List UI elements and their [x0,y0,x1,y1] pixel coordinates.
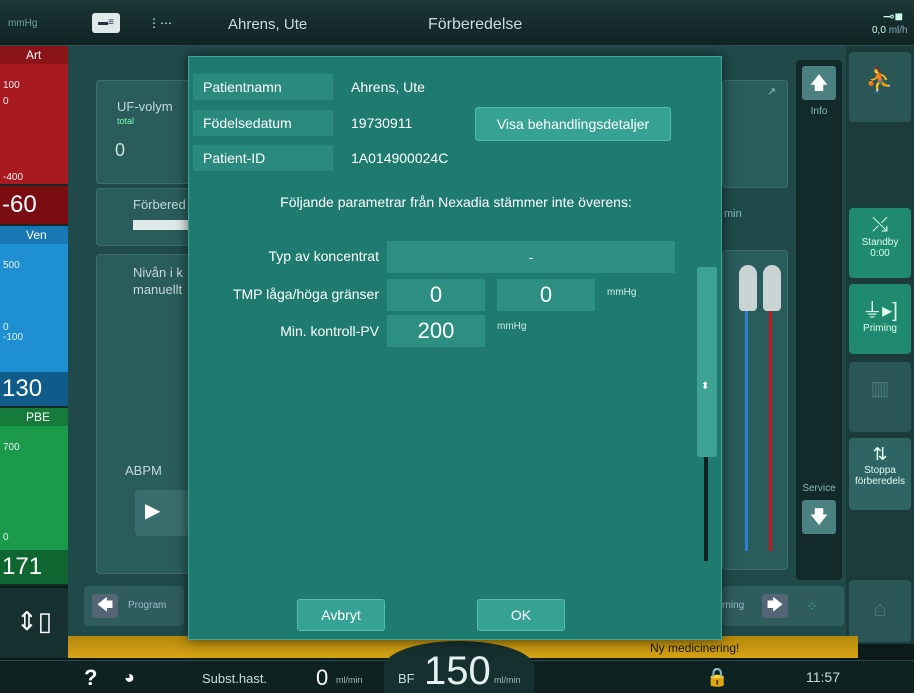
dialog-scrollbar-thumb[interactable]: ⬍ [697,267,717,457]
abpm-play-icon[interactable]: ▶ [135,490,189,536]
expand-icon[interactable]: ↗ [767,85,787,98]
ven-value: 130 [0,372,68,406]
min-control-pv-label: Min. kontroll-PV [280,323,379,339]
dob-value: 19730911 [351,115,413,131]
home-icon: ⌂ [873,596,887,621]
pbe-label: PBE [0,408,68,426]
art-label: Art [0,46,68,64]
program-button[interactable]: 🡄 Program [84,586,184,626]
circuit-diagram [722,250,788,570]
cancel-button[interactable]: Avbryt [297,599,385,631]
scroll-arrows-icon: ⬍ [701,381,710,392]
concentrate-label: Typ av koncentrat [268,248,379,264]
pressure-unit: mmHg [8,18,38,29]
tmp-low-value: 0 [387,279,485,311]
tmp-limits-label: TMP låga/höga gränser [232,286,379,302]
patient-card-icon[interactable]: ▬≡ [92,13,120,33]
pv-unit: mmHg [497,321,527,332]
standby-button[interactable]: ⤯ Standby 0:00 [849,208,911,278]
syringe-icon: ⊸■ [882,8,904,24]
next-step-button[interactable]: rning 🡆 ⁘ [722,586,844,626]
prep-progress-panel: Förbered [96,188,192,246]
patient-name-header: Ahrens, Ute [228,16,308,33]
uf-volume-panel: UF-volym total 0 [96,80,192,184]
home-button[interactable]: ⌂ [849,580,911,642]
info-service-rail: 🡅 Info Service 🡇 [796,60,842,580]
medication-alert-text: Ny medicinering! [650,641,740,655]
uf-rate-indicator[interactable]: ⊸■ 0,0 ml/h [872,8,914,36]
patient-id-value: 1A014900024C [351,150,449,166]
standby-icon: ⤯ [872,214,888,236]
mismatch-message: Följande parametrar från Nexadia stämmer… [280,194,632,210]
forward-arrow-icon: 🡆 [762,594,788,618]
bag-icon: ▥ [870,378,890,400]
patient-name-label: Patientnamn [193,74,333,100]
show-treatment-details-button[interactable]: Visa behandlingsdetaljer [475,107,671,141]
status-dots-icon: ⁘ [806,598,818,614]
disabled-action-button[interactable]: ⛹ [849,52,911,122]
patient-icon: ⛹ [865,67,895,94]
treatment-phase: Förberedelse [428,16,523,33]
scroll-up-icon[interactable]: 🡅 [802,66,836,100]
lock-icon[interactable]: 🔒 [706,667,728,688]
tmp-high-value: 0 [497,279,595,311]
art-value: -60 [0,186,68,224]
clock-time: 11:57 [806,669,840,685]
ven-label: Ven [0,226,68,244]
stop-prep-icon: ⇅ [872,444,888,464]
stop-preparation-button[interactable]: ⇅ Stoppa förberedels [849,438,911,510]
concentrate-value: - [387,241,675,273]
pbe-value: 171 [0,550,68,584]
subst-rate-value[interactable]: 0 [316,665,328,691]
top-bar: mmHg ▬≡ ⋮⋯ Ahrens, Ute Förberedelse ⊸■ 0… [0,0,914,46]
dob-label: Födelsedatum [193,110,333,136]
blood-flow-value[interactable]: 150 [424,649,491,693]
dialog-scrollbar-track[interactable] [704,457,708,561]
bottom-bar: ? ◕ Subst.hast. 0 ml/min BF 150 ml/min 🔒… [0,641,914,693]
min-control-pv-value: 200 [387,315,485,347]
parameter-mismatch-dialog: Patientnamn Ahrens, Ute Födelsedatum 197… [188,56,722,640]
tmp-unit: mmHg [607,287,637,298]
back-arrow-icon: 🡄 [92,594,118,618]
scroll-down-icon[interactable]: 🡇 [802,500,836,534]
patient-name-value: Ahrens, Ute [351,79,425,95]
patient-id-label: Patient-ID [193,145,333,171]
clock-icon[interactable]: ◕ [124,667,135,688]
ok-button[interactable]: OK [477,599,565,631]
level-icon: ⇕▯ [15,606,53,636]
right-info-panel: ↗ [722,80,788,188]
priming-button[interactable]: ⏚▸] Priming [849,284,911,354]
pressure-column: Art 100 0 -400 -60 Ven 500 0 -100 130 PB… [0,46,68,586]
menu-tree-icon[interactable]: ⋮⋯ [146,13,174,33]
right-action-column: ⛹ ⤯ Standby 0:00 ⏚▸] Priming ▥ ⇅ Stoppa … [846,46,914,644]
priming-icon: ⏚▸] [862,300,898,322]
disabled-button[interactable]: ▥ [849,362,911,432]
level-panel: Nivån i k manuellt ABPM ▶ [96,254,192,574]
level-adjust-button[interactable]: ⇕▯ [0,588,68,658]
help-icon[interactable]: ? [84,665,97,691]
